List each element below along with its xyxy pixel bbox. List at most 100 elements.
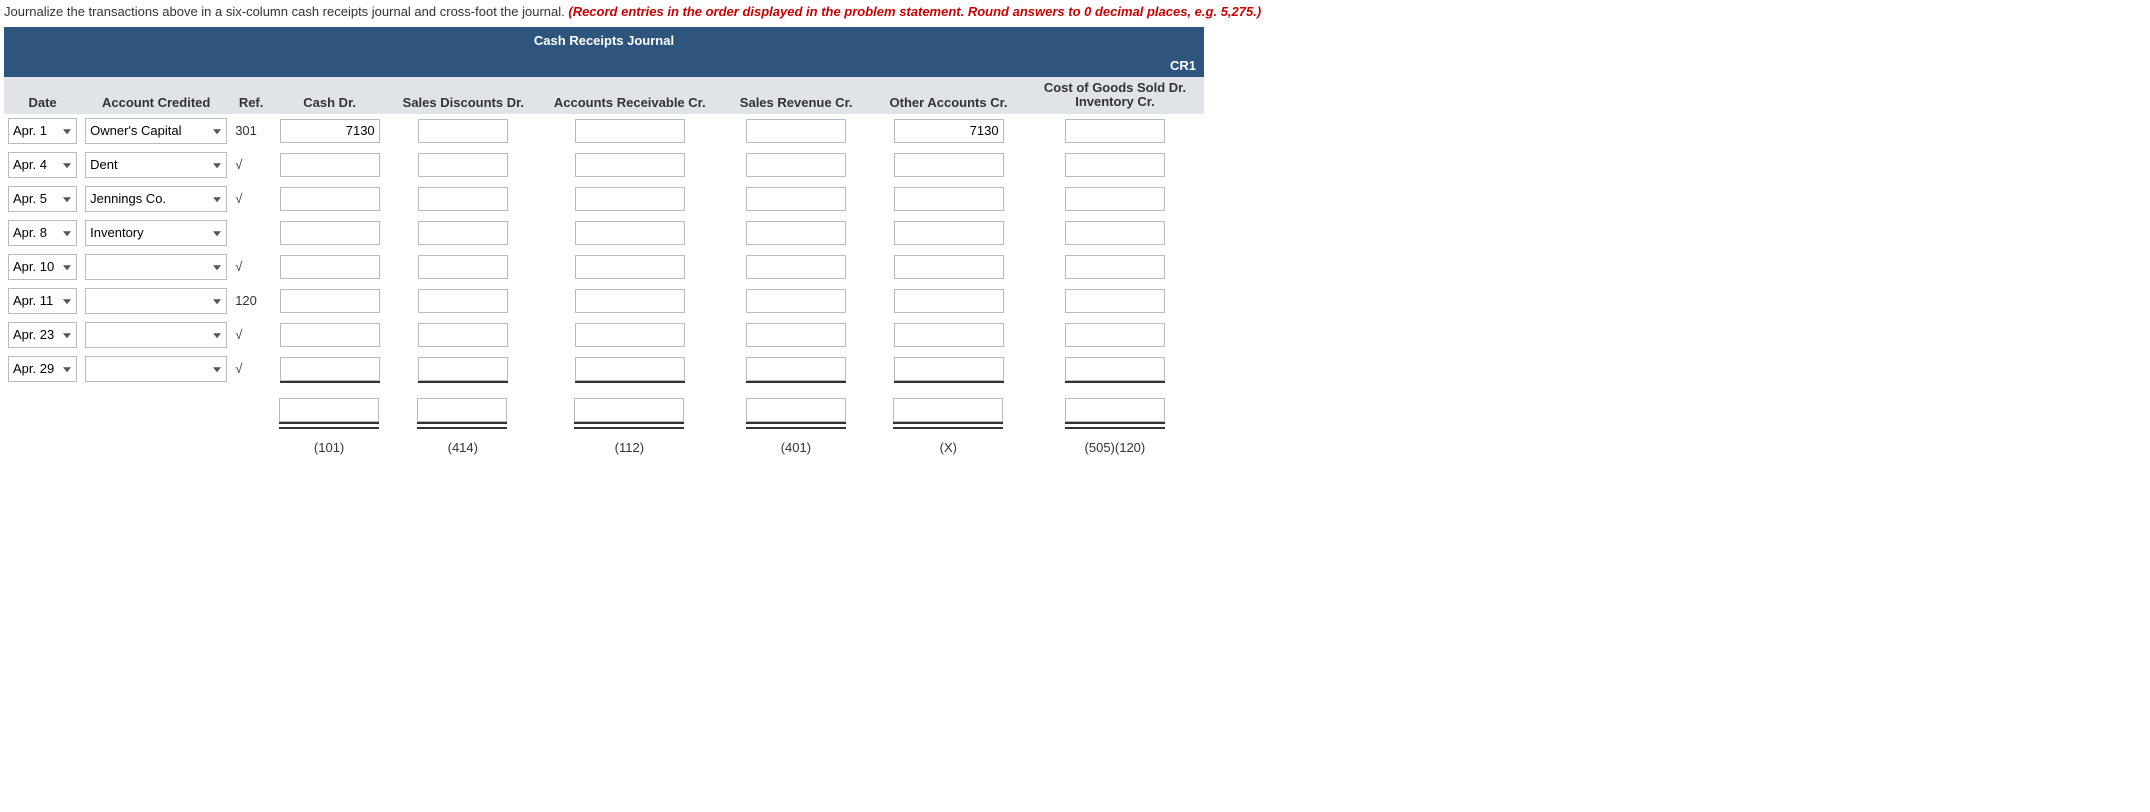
other-accounts-input[interactable] [894, 323, 1004, 347]
cogs-input[interactable] [1065, 255, 1165, 279]
sales-discounts-input[interactable] [418, 357, 508, 381]
instructions: Journalize the transactions above in a s… [4, 4, 2146, 19]
cogs-input[interactable] [1065, 357, 1165, 381]
other-accounts-input[interactable] [894, 221, 1004, 245]
footer-sr: (401) [721, 440, 871, 455]
account-credited-select[interactable]: Owner's Capital [85, 118, 227, 144]
journal-page: CR1 [4, 54, 1204, 77]
ref-cell: √ [231, 155, 271, 174]
journal-row: Apr. 10√ [4, 250, 1204, 284]
cogs-input[interactable] [1065, 119, 1165, 143]
journal-rows: Apr. 1Owner's Capital301Apr. 4Dent√Apr. … [4, 114, 1204, 386]
sales-revenue-input[interactable] [746, 289, 846, 313]
other-accounts-input[interactable] [894, 187, 1004, 211]
ar-cr-input[interactable] [575, 221, 685, 245]
other-accounts-input[interactable] [894, 289, 1004, 313]
ref-cell: √ [231, 359, 271, 378]
date-select[interactable]: Apr. 23 [8, 322, 77, 348]
date-select[interactable]: Apr. 1 [8, 118, 77, 144]
account-credited-select[interactable]: Jennings Co. [85, 186, 227, 212]
journal-title: Cash Receipts Journal [4, 27, 1204, 54]
sales-revenue-input[interactable] [746, 255, 846, 279]
sales-discounts-input[interactable] [418, 221, 508, 245]
date-select[interactable]: Apr. 11 [8, 288, 77, 314]
sales-revenue-input[interactable] [746, 187, 846, 211]
col-other-accounts-cr: Other Accounts Cr. [871, 91, 1026, 114]
cash-dr-input[interactable] [280, 221, 380, 245]
ar-cr-input[interactable] [575, 187, 685, 211]
cash-dr-input[interactable] [280, 255, 380, 279]
sales-discounts-input[interactable] [418, 153, 508, 177]
cash-dr-input[interactable] [280, 187, 380, 211]
ref-cell: 301 [231, 121, 271, 140]
cash-dr-input[interactable] [280, 153, 380, 177]
total-sales-revenue[interactable] [746, 398, 846, 422]
col-cash-dr: Cash Dr. [271, 91, 388, 114]
ar-cr-input[interactable] [575, 323, 685, 347]
date-select[interactable]: Apr. 10 [8, 254, 77, 280]
date-select[interactable]: Apr. 29 [8, 356, 77, 382]
cash-dr-input[interactable] [280, 323, 380, 347]
ref-cell [231, 231, 271, 235]
sales-discounts-input[interactable] [418, 323, 508, 347]
cash-receipts-journal: Cash Receipts Journal CR1 Date Account C… [4, 27, 1204, 455]
sales-discounts-input[interactable] [418, 289, 508, 313]
cogs-input[interactable] [1065, 221, 1165, 245]
date-select[interactable]: Apr. 8 [8, 220, 77, 246]
account-credited-select[interactable] [85, 322, 227, 348]
col-cogs-line1: Cost of Goods Sold Dr. [1030, 81, 1200, 95]
sales-discounts-input[interactable] [418, 255, 508, 279]
sales-revenue-input[interactable] [746, 119, 846, 143]
journal-row: Apr. 11 120 [4, 284, 1204, 318]
cogs-input[interactable] [1065, 289, 1165, 313]
cash-dr-input[interactable] [280, 119, 380, 143]
col-ref: Ref. [231, 91, 271, 114]
other-accounts-input[interactable] [894, 255, 1004, 279]
other-accounts-input[interactable] [894, 357, 1004, 381]
total-other-accounts[interactable] [893, 398, 1003, 422]
ref-cell: √ [231, 189, 271, 208]
footer-ar: (112) [538, 440, 721, 455]
ar-cr-input[interactable] [575, 119, 685, 143]
date-select[interactable]: Apr. 5 [8, 186, 77, 212]
ar-cr-input[interactable] [575, 289, 685, 313]
ar-cr-input[interactable] [575, 255, 685, 279]
cogs-input[interactable] [1065, 187, 1165, 211]
date-select[interactable]: Apr. 4 [8, 152, 77, 178]
instructions-main: Journalize the transactions above in a s… [4, 4, 568, 19]
total-cogs[interactable] [1065, 398, 1165, 422]
sales-revenue-input[interactable] [746, 323, 846, 347]
account-credited-select[interactable] [85, 288, 227, 314]
footer-cogs: (505)(120) [1026, 440, 1204, 455]
account-credited-select[interactable] [85, 356, 227, 382]
ref-cell: 120 [231, 291, 271, 310]
cogs-input[interactable] [1065, 153, 1165, 177]
sales-discounts-input[interactable] [418, 187, 508, 211]
col-account-credited: Account Credited [81, 91, 231, 114]
totals-row [4, 386, 1204, 426]
account-credited-select[interactable]: Dent [85, 152, 227, 178]
ar-cr-input[interactable] [575, 153, 685, 177]
sales-revenue-input[interactable] [746, 153, 846, 177]
total-cash[interactable] [279, 398, 379, 422]
account-credited-select[interactable]: Inventory [85, 220, 227, 246]
cash-dr-input[interactable] [280, 289, 380, 313]
cogs-input[interactable] [1065, 323, 1165, 347]
journal-row: Apr. 8 Inventory [4, 216, 1204, 250]
total-sales-discounts[interactable] [417, 398, 507, 422]
col-ar-cr: Accounts Receivable Cr. [538, 91, 721, 114]
ar-cr-input[interactable] [575, 357, 685, 381]
other-accounts-input[interactable] [894, 153, 1004, 177]
account-credited-select[interactable] [85, 254, 227, 280]
footer-cash: (101) [270, 440, 387, 455]
col-cogs: Cost of Goods Sold Dr. Inventory Cr. [1026, 77, 1204, 114]
sales-revenue-input[interactable] [746, 221, 846, 245]
journal-row: Apr. 5 Jennings Co.√ [4, 182, 1204, 216]
col-date: Date [4, 91, 81, 114]
other-accounts-input[interactable] [894, 119, 1004, 143]
cash-dr-input[interactable] [280, 357, 380, 381]
total-ar[interactable] [574, 398, 684, 422]
ref-cell: √ [231, 325, 271, 344]
sales-discounts-input[interactable] [418, 119, 508, 143]
sales-revenue-input[interactable] [746, 357, 846, 381]
